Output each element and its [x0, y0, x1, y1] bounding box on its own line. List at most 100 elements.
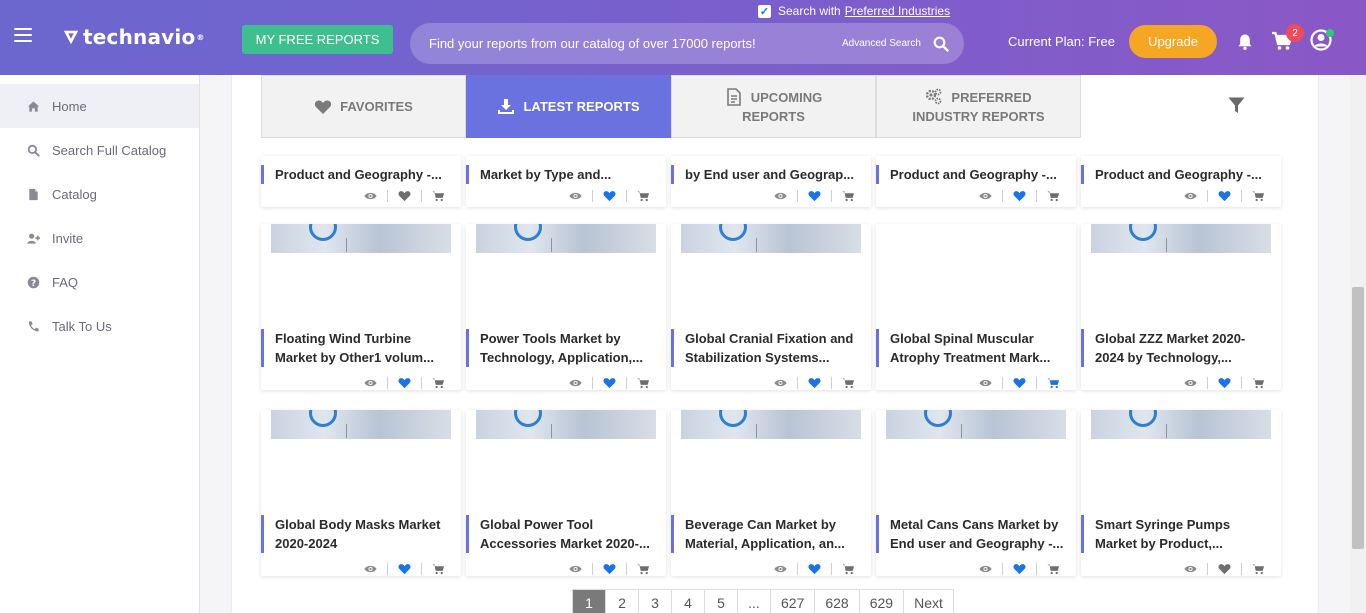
report-title[interactable]: Global Cranial Fixation and Stabilization…: [671, 329, 871, 367]
tab-latest-reports[interactable]: LATEST REPORTS: [466, 75, 671, 138]
eye-icon[interactable]: [569, 377, 582, 389]
heart-icon[interactable]: [1013, 190, 1026, 202]
heart-icon[interactable]: [398, 377, 411, 389]
bell-icon[interactable]: [1236, 33, 1254, 51]
tab-upcoming-reports[interactable]: UPCOMING REPORTS: [671, 75, 876, 138]
report-thumbnail[interactable]: [476, 410, 656, 439]
scrollbar[interactable]: [1350, 75, 1366, 613]
report-title[interactable]: Market by Type and...: [466, 165, 666, 184]
preferred-industries-link[interactable]: Preferred Industries: [845, 4, 950, 18]
heart-icon[interactable]: [603, 377, 616, 389]
report-card[interactable]: Product and Geography -...: [1081, 156, 1281, 207]
eye-icon[interactable]: [569, 563, 582, 575]
advanced-search-link[interactable]: Advanced Search: [842, 38, 921, 49]
page-button[interactable]: 1: [573, 590, 606, 613]
search-bar[interactable]: Find your reports from our catalog of ov…: [410, 23, 964, 64]
page-button[interactable]: 3: [639, 590, 672, 613]
report-card[interactable]: Power Tools Market by Technology, Applica…: [466, 224, 666, 390]
scrollbar-thumb[interactable]: [1352, 287, 1364, 549]
report-card[interactable]: Market by Type and...: [466, 156, 666, 207]
upgrade-button[interactable]: Upgrade: [1129, 25, 1217, 58]
report-title[interactable]: Beverage Can Market by Material, Applicat…: [671, 515, 871, 553]
report-title[interactable]: Global Power Tool Accessories Market 2020…: [466, 515, 666, 553]
report-card[interactable]: Product and Geography -...: [261, 156, 461, 207]
report-title[interactable]: Smart Syringe Pumps Market by Product,...: [1081, 515, 1281, 553]
cart-icon[interactable]: [1252, 563, 1265, 575]
report-title[interactable]: Metal Cans Cans Market by End user and Ge…: [876, 515, 1076, 553]
cart-icon[interactable]: [637, 190, 650, 202]
report-thumbnail[interactable]: [271, 224, 451, 253]
report-title[interactable]: Product and Geography -...: [261, 165, 461, 184]
report-title[interactable]: Product and Geography -...: [1081, 165, 1281, 184]
eye-icon[interactable]: [364, 563, 377, 575]
cart-icon[interactable]: [842, 377, 855, 389]
eye-icon[interactable]: [569, 190, 582, 202]
report-title[interactable]: Floating Wind Turbine Market by Other1 vo…: [261, 329, 461, 367]
heart-icon[interactable]: [398, 563, 411, 575]
eye-icon[interactable]: [979, 563, 992, 575]
page-button[interactable]: 629: [860, 590, 905, 613]
report-card[interactable]: Metal Cans Cans Market by End user and Ge…: [876, 410, 1076, 576]
preferred-checkbox[interactable]: ✓: [758, 4, 771, 18]
sidebar-item-invite[interactable]: Invite: [0, 216, 199, 260]
report-thumbnail[interactable]: [681, 410, 861, 439]
report-card[interactable]: Global ZZZ Market 2020- 2024 by Technolog…: [1081, 224, 1281, 390]
eye-icon[interactable]: [774, 563, 787, 575]
cart-icon[interactable]: [637, 563, 650, 575]
report-thumbnail[interactable]: [886, 410, 1066, 439]
cart-icon[interactable]: [432, 377, 445, 389]
heart-icon[interactable]: [1218, 190, 1231, 202]
report-title[interactable]: Product and Geography -...: [876, 165, 1076, 184]
filter-icon[interactable]: [1228, 97, 1245, 114]
search-input[interactable]: Find your reports from our catalog of ov…: [429, 36, 756, 51]
my-free-reports-button[interactable]: MY FREE REPORTS: [242, 25, 393, 54]
eye-icon[interactable]: [979, 377, 992, 389]
menu-icon[interactable]: [14, 28, 32, 42]
tab-favorites[interactable]: FAVORITES: [261, 75, 466, 138]
heart-icon[interactable]: [1013, 377, 1026, 389]
report-card[interactable]: Smart Syringe Pumps Market by Product,...: [1081, 410, 1281, 576]
report-card[interactable]: Global Power Tool Accessories Market 2020…: [466, 410, 666, 576]
cart-icon[interactable]: [637, 377, 650, 389]
cart-icon[interactable]: [1252, 377, 1265, 389]
report-title[interactable]: Global Body Masks Market 2020-2024: [261, 515, 461, 553]
technavio-logo[interactable]: technavio ®: [62, 25, 205, 49]
page-button[interactable]: 627: [771, 590, 816, 613]
cart-icon[interactable]: [1047, 377, 1060, 389]
cart-icon[interactable]: [432, 190, 445, 202]
sidebar-item-faq[interactable]: ? FAQ: [0, 260, 199, 304]
page-button[interactable]: 628: [815, 590, 860, 613]
heart-icon[interactable]: [808, 190, 821, 202]
heart-icon[interactable]: [603, 190, 616, 202]
heart-icon[interactable]: [603, 563, 616, 575]
tab-preferred-industry-reports[interactable]: PREFERRED INDUSTRY REPORTS: [876, 75, 1081, 138]
heart-icon[interactable]: [1218, 563, 1231, 575]
eye-icon[interactable]: [774, 190, 787, 202]
page-button[interactable]: 5: [705, 590, 738, 613]
report-thumbnail[interactable]: [271, 410, 451, 439]
eye-icon[interactable]: [979, 190, 992, 202]
report-card[interactable]: Beverage Can Market by Material, Applicat…: [671, 410, 871, 576]
sidebar-item-home[interactable]: Home: [0, 84, 199, 128]
eye-icon[interactable]: [1184, 377, 1197, 389]
page-button[interactable]: 2: [606, 590, 639, 613]
cart-icon[interactable]: [1252, 190, 1265, 202]
heart-icon[interactable]: [1218, 377, 1231, 389]
eye-icon[interactable]: [1184, 190, 1197, 202]
search-icon[interactable]: [933, 36, 949, 52]
eye-icon[interactable]: [364, 377, 377, 389]
heart-icon[interactable]: [808, 377, 821, 389]
cart-icon[interactable]: [1047, 190, 1060, 202]
report-title[interactable]: by End user and Geograp...: [671, 165, 871, 184]
cart-icon[interactable]: [432, 563, 445, 575]
report-thumbnail[interactable]: [681, 224, 861, 253]
report-card[interactable]: Global Cranial Fixation and Stabilization…: [671, 224, 871, 390]
sidebar-item-talk-to-us[interactable]: Talk To Us: [0, 304, 199, 348]
cart-icon[interactable]: [842, 563, 855, 575]
eye-icon[interactable]: [364, 190, 377, 202]
cart-icon[interactable]: [1047, 563, 1060, 575]
report-title[interactable]: Power Tools Market by Technology, Applica…: [466, 329, 666, 367]
report-card[interactable]: Product and Geography -...: [876, 156, 1076, 207]
report-card[interactable]: Global Body Masks Market 2020-2024: [261, 410, 461, 576]
report-card[interactable]: by End user and Geograp...: [671, 156, 871, 207]
